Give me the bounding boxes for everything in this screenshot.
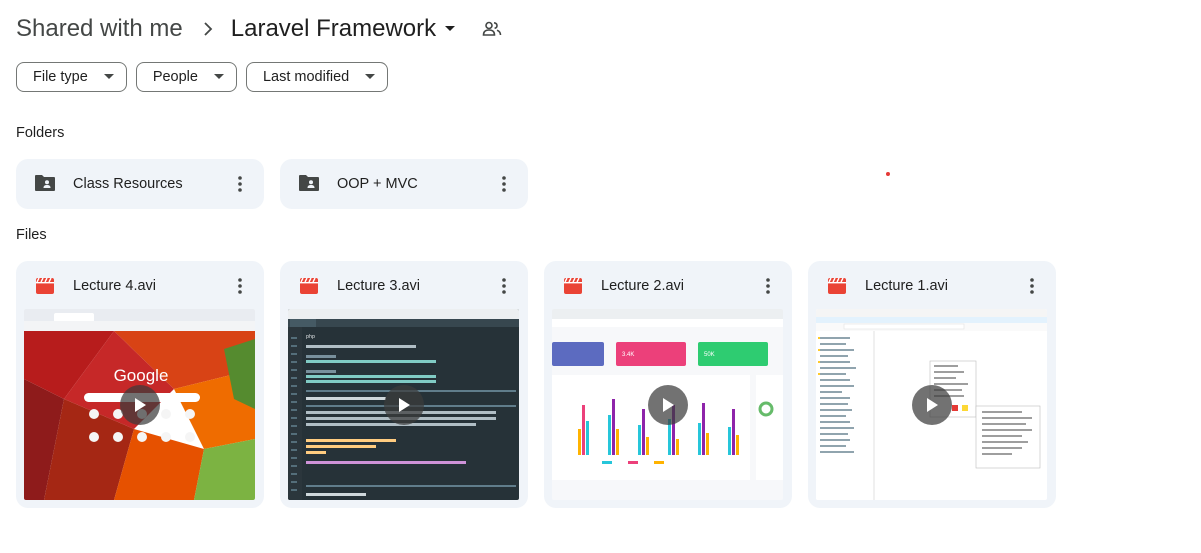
play-icon[interactable] [383,384,424,425]
file-card-lecture-2[interactable]: Lecture 2.avi 3.4K 50K [544,261,792,508]
folder-name: OOP + MVC [337,176,418,192]
caret-down-icon [213,74,224,80]
breadcrumb-shared-with-me[interactable]: Shared with me [16,15,183,43]
folders-heading: Folders [16,125,65,141]
thumb-stat-1: 3.4K [622,352,634,358]
breadcrumb-current-folder[interactable]: Laravel Framework [231,15,456,43]
video-thumbnail[interactable]: Google [24,309,255,500]
filter-last-modified[interactable]: Last modified [245,62,389,92]
filter-chips: File type People Last modified [16,62,389,92]
more-options-icon[interactable] [1020,274,1044,298]
file-name: Lecture 2.avi [601,278,685,294]
caret-down-icon [365,74,376,80]
video-file-icon [828,277,846,299]
shared-folder-icon [34,174,56,197]
caret-down-icon [103,74,114,80]
shared-people-icon[interactable] [482,21,502,37]
file-card-lecture-3[interactable]: Lecture 3.avi php [280,261,528,508]
file-name: Lecture 3.avi [337,278,421,294]
video-thumbnail[interactable] [816,309,1047,500]
video-file-icon [300,277,318,299]
thumb-code-lang: php [306,334,315,340]
more-options-icon[interactable] [228,172,252,196]
file-name: Lecture 1.avi [865,278,949,294]
video-thumbnail[interactable]: 3.4K 50K [552,309,783,500]
play-icon[interactable] [119,384,160,425]
video-file-icon [36,277,54,299]
more-options-icon[interactable] [756,274,780,298]
chip-label: People [152,69,198,85]
shared-folder-icon [298,174,320,197]
play-icon[interactable] [647,384,688,425]
file-card-lecture-1[interactable]: Lecture 1.avi [808,261,1056,508]
file-card-lecture-4[interactable]: Lecture 4.avi Google [16,261,264,508]
play-icon[interactable] [911,384,952,425]
more-options-icon[interactable] [492,172,516,196]
stray-dot [886,172,890,176]
caret-down-icon [444,25,456,33]
thumb-stat-2: 50K [704,352,715,358]
filter-file-type[interactable]: File type [16,62,127,92]
more-options-icon[interactable] [228,274,252,298]
chip-label: Last modified [262,69,350,85]
files-heading: Files [16,227,47,243]
breadcrumb: Shared with me Laravel Framework [16,12,502,46]
video-thumbnail[interactable]: php [288,309,519,500]
more-options-icon[interactable] [492,274,516,298]
video-file-icon [564,277,582,299]
chip-label: File type [33,69,88,85]
folder-class-resources[interactable]: Class Resources [16,159,264,209]
current-folder-name: Laravel Framework [230,15,437,42]
filter-people[interactable]: People [135,62,237,92]
folder-name: Class Resources [73,176,183,192]
file-name: Lecture 4.avi [73,278,157,294]
chevron-right-icon [203,22,213,36]
folder-oop-mvc[interactable]: OOP + MVC [280,159,528,209]
thumb-google-logo: Google [114,366,169,385]
